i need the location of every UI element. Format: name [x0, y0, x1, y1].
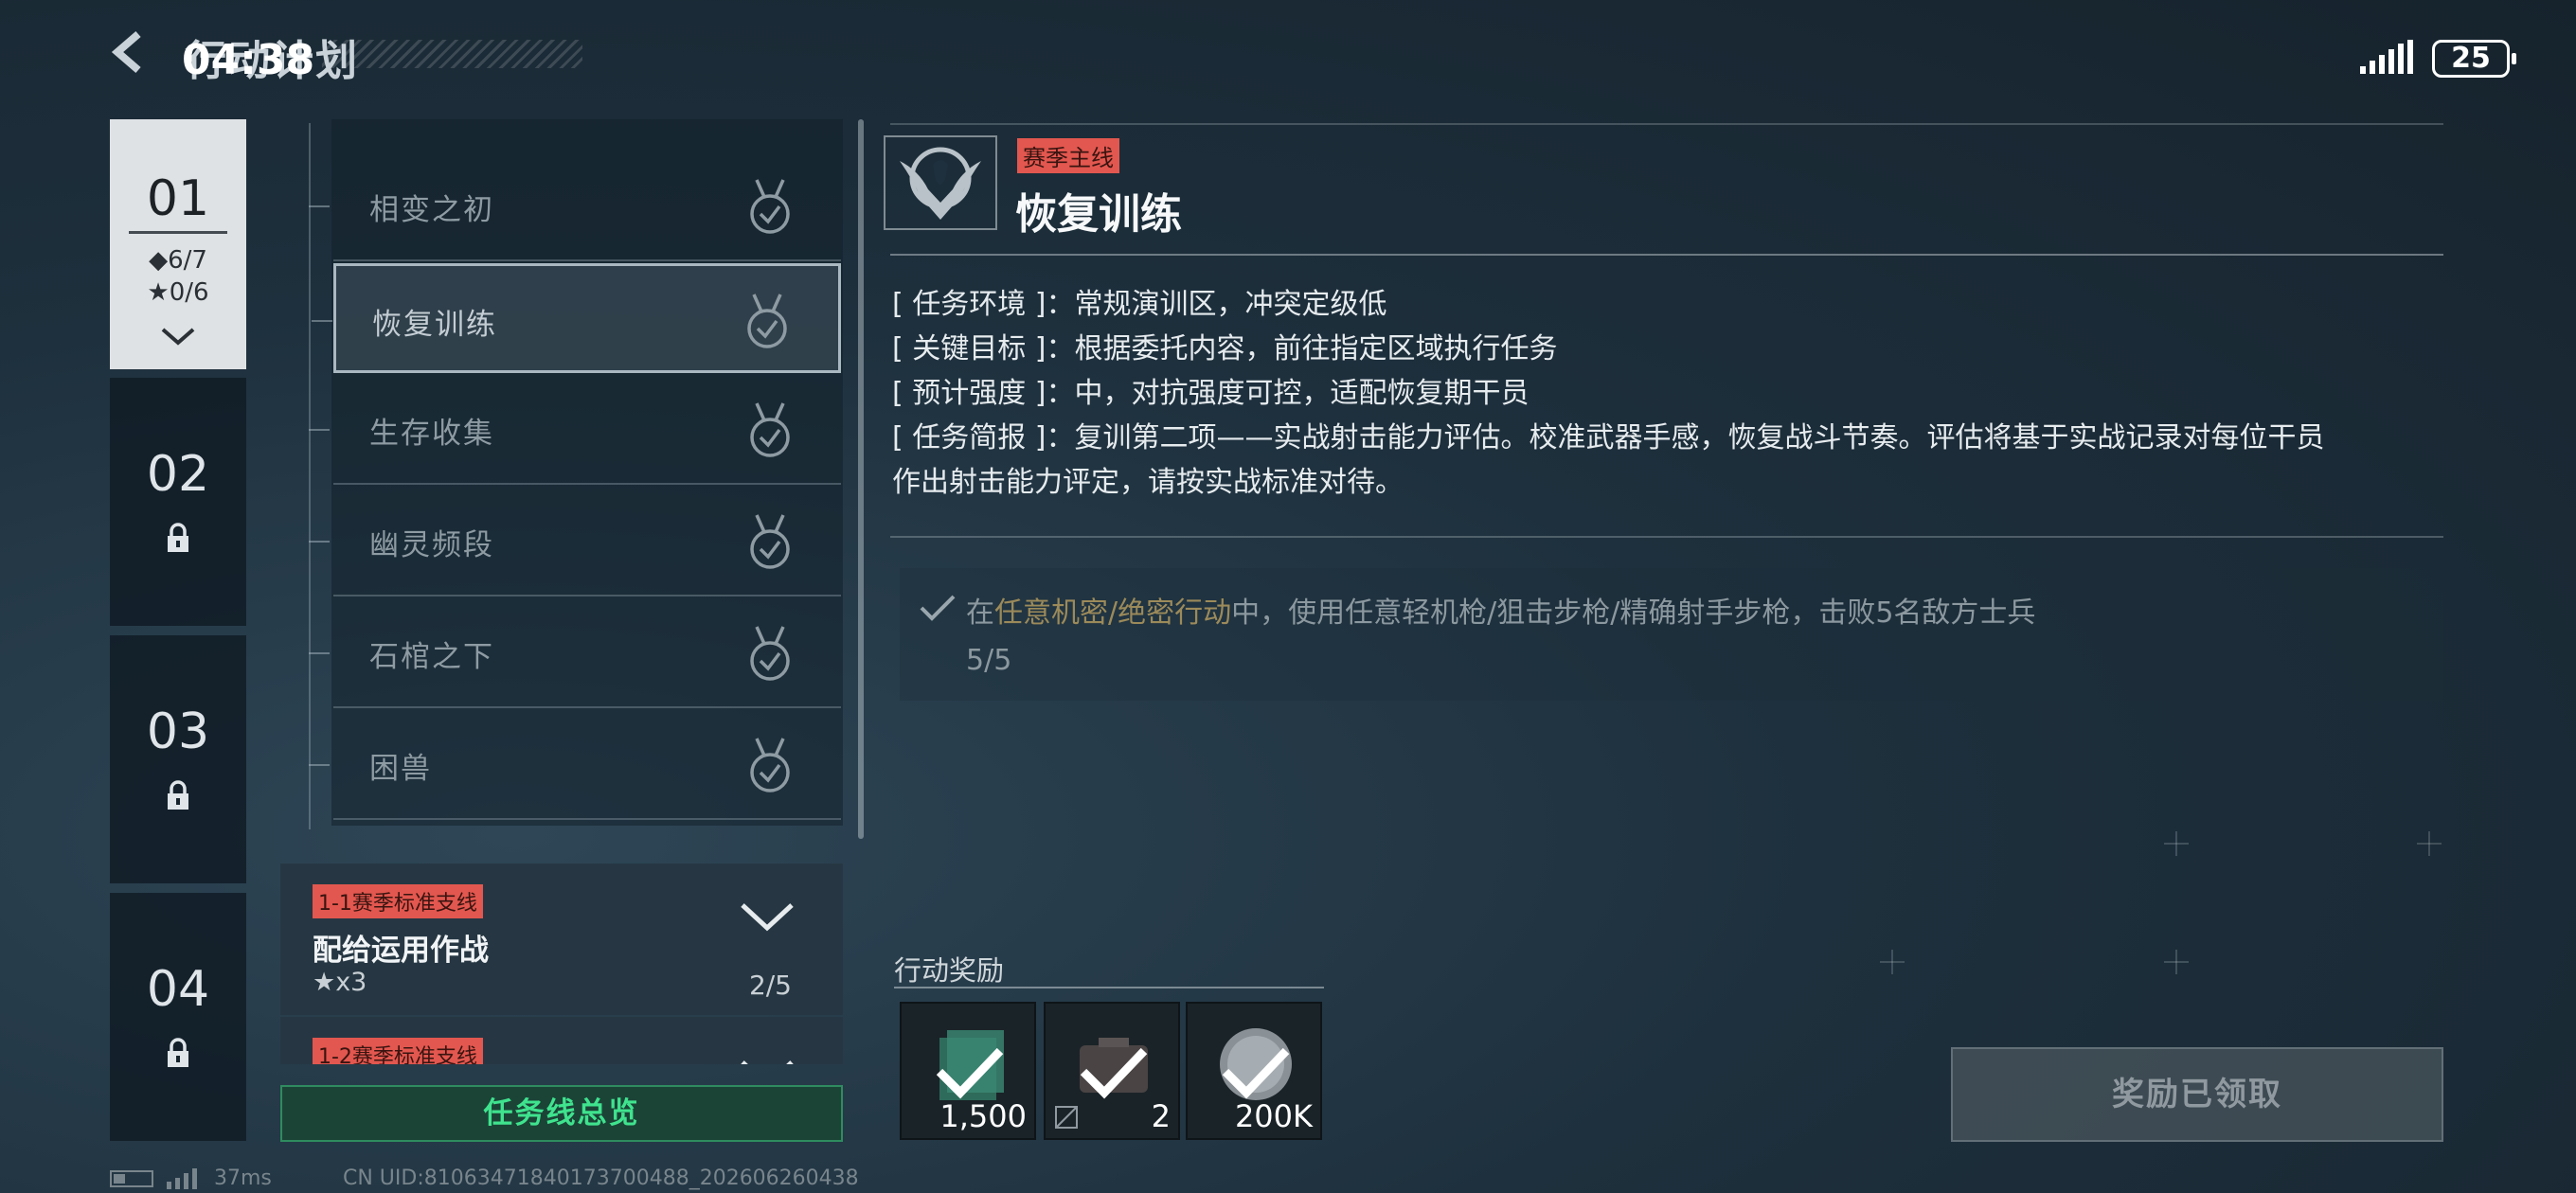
- lock-icon: [168, 523, 188, 552]
- signal-strength-icon: [2360, 40, 2413, 74]
- rewards-title: 行动奖励: [894, 954, 1005, 987]
- completed-medal-icon: [750, 514, 790, 569]
- detail-divider: [890, 254, 2443, 256]
- chapter-tab-04[interactable]: 04: [110, 893, 246, 1141]
- objective-panel: [900, 568, 2443, 701]
- claimed-checkmark-icon: [1222, 1047, 1290, 1099]
- mission-item[interactable]: 困兽: [309, 710, 841, 820]
- objective-mode-highlight: 任意机密/绝密行动: [994, 596, 1232, 630]
- mission-list-scrollbar[interactable]: [858, 119, 864, 839]
- eagle-emblem-icon: [884, 135, 997, 230]
- device-battery-icon: [110, 1170, 153, 1187]
- mission-tree-line: [309, 123, 311, 829]
- completed-medal-icon: [750, 179, 790, 234]
- chevron-down-icon[interactable]: [739, 901, 796, 934]
- chapter-divider: [129, 231, 227, 234]
- mission-item[interactable]: 相变之初: [309, 151, 841, 261]
- lock-icon: [168, 780, 188, 810]
- chapter-number: 01: [146, 170, 210, 227]
- chapter-number: 03: [146, 703, 210, 760]
- mission-label: 石棺之下: [369, 640, 494, 674]
- branch-tag: 1-2赛季标准支线: [313, 1038, 483, 1064]
- user-uid: CN UID:81063471840173700488_202606260438: [343, 1166, 859, 1190]
- mission-environment: [ 任务环境 ]：常规演训区，冲突定级低: [892, 288, 1387, 321]
- lock-icon: [168, 1038, 188, 1067]
- chapter-diamond-progress: ◆6/7: [149, 246, 207, 275]
- chevron-down-icon[interactable]: [739, 1059, 796, 1064]
- status-clock: 04:38: [182, 36, 315, 84]
- reward-item[interactable]: 200K: [1186, 1002, 1322, 1140]
- title-decoration: [322, 40, 582, 68]
- battery-indicator: 25: [2432, 40, 2516, 78]
- detail-divider: [890, 536, 2443, 538]
- season-main-tag: 赛季主线: [1017, 138, 1119, 173]
- objective-progress: 5/5: [966, 644, 1012, 677]
- branch-star-reward: ★x3: [313, 968, 367, 997]
- mission-key-objective: [ 关键目标 ]：根据委托内容，前往指定区域执行任务: [892, 332, 1558, 365]
- completed-medal-icon: [750, 738, 790, 792]
- mission-item[interactable]: 石棺之下: [309, 598, 841, 708]
- branch-mission-card[interactable]: 1-1赛季标准支线 配给运用作战 ★x3 2/5: [280, 864, 843, 1015]
- rewards-claimed-button[interactable]: 奖励已领取: [1951, 1047, 2443, 1142]
- completed-medal-icon: [747, 294, 787, 348]
- mission-intensity: [ 预计强度 ]：中，对抗强度可控，适配恢复期干员: [892, 377, 1530, 410]
- chapter-number: 02: [146, 446, 210, 503]
- chapter-tab-01[interactable]: 01 ◆6/7 ★0/6: [110, 119, 246, 369]
- chevron-down-icon: [161, 328, 195, 346]
- rewards-divider: [894, 987, 1324, 988]
- decor-crosshair: [2164, 950, 2189, 974]
- mission-line-overview-button[interactable]: 任务线总览: [280, 1085, 843, 1142]
- mission-item[interactable]: 幽灵频段: [309, 487, 841, 596]
- branch-progress: 2/5: [748, 970, 792, 1001]
- reward-item[interactable]: 2: [1044, 1002, 1180, 1140]
- back-arrow-icon[interactable]: [106, 28, 153, 76]
- chapter-star-progress: ★0/6: [147, 278, 209, 307]
- non-tradable-icon: [1055, 1106, 1078, 1129]
- network-ping: 37ms: [214, 1166, 272, 1190]
- branch-tag: 1-1赛季标准支线: [313, 884, 483, 918]
- branch-mission-card[interactable]: 1-2赛季标准支线: [280, 1017, 843, 1064]
- mission-item[interactable]: 生存收集: [309, 375, 841, 485]
- mission-briefing: [ 任务简报 ]：复训第二项——实战射击能力评估。校准武器手感，恢复战斗节奏。评…: [892, 421, 2325, 454]
- mission-label: 恢复训练: [372, 308, 497, 342]
- mission-briefing-continued: 作出射击能力评定，请按实战标准对待。: [892, 466, 1404, 499]
- reward-count: 1,500: [939, 1098, 1027, 1134]
- decor-crosshair: [2417, 831, 2442, 856]
- network-signal-icon: [167, 1168, 197, 1189]
- mission-label: 困兽: [369, 752, 432, 786]
- reward-item[interactable]: 1,500: [900, 1002, 1036, 1140]
- chapter-tab-02[interactable]: 02: [110, 378, 246, 626]
- mission-label: 相变之初: [369, 193, 494, 227]
- objective-text: 在任意机密/绝密行动中，使用任意轻机枪/狙击步枪/精确射手步枪，击败5名敌方士兵: [966, 596, 2036, 630]
- completed-medal-icon: [750, 626, 790, 681]
- chapter-number: 04: [146, 961, 210, 1018]
- checkmark-icon: [920, 595, 956, 621]
- chapter-tab-03[interactable]: 03: [110, 635, 246, 883]
- detail-top-rule: [890, 123, 2443, 125]
- claimed-checkmark-icon: [1080, 1047, 1148, 1099]
- mission-detail-title: 恢复训练: [1015, 190, 1182, 239]
- mission-label: 生存收集: [369, 417, 494, 451]
- claimed-checkmark-icon: [936, 1047, 1004, 1099]
- decor-crosshair: [2164, 831, 2189, 856]
- mission-item-selected[interactable]: 恢复训练: [312, 263, 841, 373]
- branch-title: 配给运用作战: [313, 934, 489, 968]
- decor-crosshair: [1880, 950, 1905, 974]
- reward-count: 2: [1151, 1098, 1171, 1134]
- completed-medal-icon: [750, 402, 790, 457]
- reward-count: 200K: [1234, 1098, 1313, 1134]
- mission-label: 幽灵频段: [369, 528, 494, 562]
